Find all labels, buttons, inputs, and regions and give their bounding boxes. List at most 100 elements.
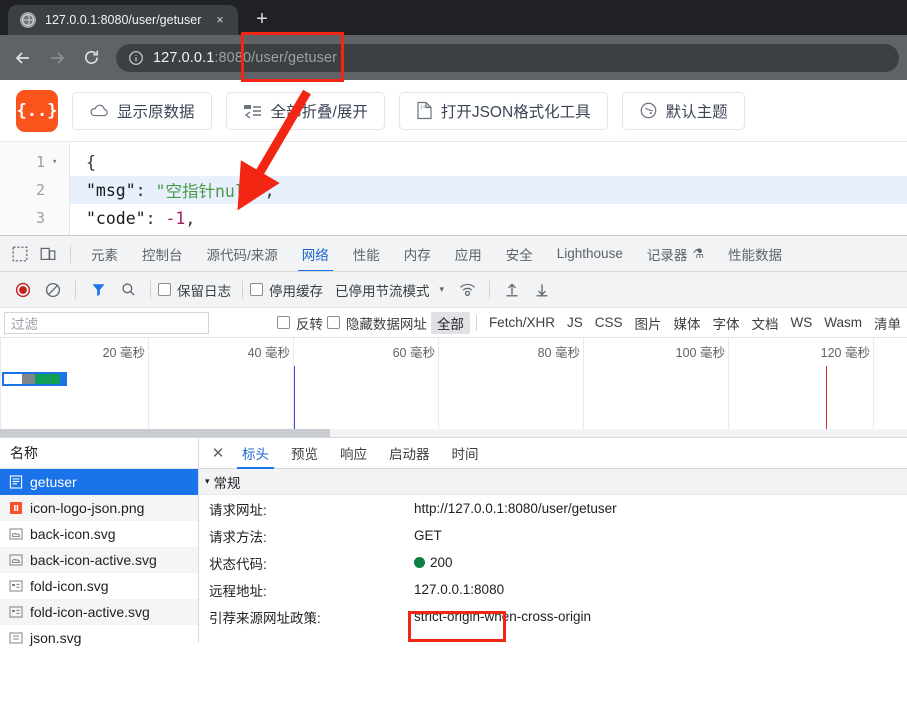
- address-bar[interactable]: 127.0.0.1:8080/user/getuser: [116, 43, 899, 72]
- tab-console[interactable]: 控制台: [130, 236, 195, 271]
- tab-preview[interactable]: 预览: [280, 438, 329, 469]
- list-item[interactable]: json.svg: [0, 625, 198, 651]
- row-value: GET: [414, 528, 442, 543]
- new-tab-button[interactable]: +: [248, 5, 276, 33]
- search-icon[interactable]: [113, 276, 143, 304]
- divider: [75, 280, 76, 299]
- filter-input[interactable]: 过滤: [4, 311, 209, 334]
- network-conditions-icon[interactable]: [452, 276, 482, 304]
- checkbox-box[interactable]: [158, 283, 171, 296]
- tab-lighthouse[interactable]: Lighthouse: [545, 236, 635, 271]
- divider: [70, 244, 71, 263]
- chevron-down-icon[interactable]: ▾: [205, 476, 210, 487]
- default-theme-button[interactable]: 默认主题: [621, 91, 745, 130]
- open-json-formatter-button[interactable]: json 打开JSON格式化工具: [398, 91, 608, 130]
- divider: [489, 280, 491, 299]
- line-number: 2: [35, 181, 45, 199]
- list-item[interactable]: icon-logo-json.png: [0, 495, 198, 521]
- tab-performance[interactable]: 性能: [341, 236, 392, 271]
- list-item[interactable]: getuser: [0, 469, 198, 495]
- device-toolbar-icon[interactable]: [34, 240, 62, 268]
- hide-data-urls-checkbox[interactable]: 隐藏数据网址: [326, 313, 431, 333]
- document-icon: [8, 475, 23, 490]
- browser-toolbar: 127.0.0.1:8080/user/getuser: [0, 35, 907, 80]
- request-list: 名称 getuser icon-logo-json.png back-icon.…: [0, 438, 199, 646]
- table-row: 远程地址: 127.0.0.1:8080: [199, 576, 907, 603]
- reload-icon[interactable]: [76, 43, 106, 73]
- throttling-label[interactable]: 已停用节流模式: [335, 280, 430, 300]
- fold-icon: [8, 605, 23, 620]
- filter-type-all[interactable]: 全部: [430, 311, 470, 334]
- tab-network[interactable]: 网络: [290, 236, 341, 271]
- browser-tab[interactable]: 127.0.0.1:8080/user/getuser ×: [8, 5, 238, 35]
- tab-response[interactable]: 响应: [329, 438, 378, 469]
- download-har-icon[interactable]: [527, 276, 557, 304]
- table-row: 状态代码: 200: [199, 549, 907, 576]
- filter-type-ws[interactable]: WS: [785, 314, 819, 331]
- filter-type-manifest[interactable]: 清单: [868, 312, 907, 334]
- filter-type-font[interactable]: 字体: [707, 312, 746, 334]
- tab-sources[interactable]: 源代码/来源: [195, 236, 290, 271]
- filter-type-js[interactable]: JS: [561, 314, 589, 331]
- clear-icon[interactable]: [38, 276, 68, 304]
- filter-funnel-icon[interactable]: [83, 276, 113, 304]
- filter-type-media[interactable]: 媒体: [668, 312, 707, 334]
- upload-har-icon[interactable]: [497, 276, 527, 304]
- globe-icon: [20, 12, 36, 28]
- open-json-formatter-label: 打开JSON格式化工具: [440, 103, 591, 121]
- tab-recorder[interactable]: 记录器 ⚗: [635, 236, 716, 271]
- preserve-log-checkbox[interactable]: 保留日志: [158, 280, 235, 300]
- general-section-label: 常规: [213, 475, 241, 491]
- request-list-header[interactable]: 名称: [0, 438, 198, 469]
- show-raw-data-button[interactable]: 显示原数据: [72, 91, 212, 130]
- filter-type-doc[interactable]: 文档: [746, 312, 785, 334]
- disable-cache-checkbox[interactable]: 停用缓存: [250, 280, 327, 300]
- tab-security[interactable]: 安全: [494, 236, 545, 271]
- close-icon[interactable]: ×: [211, 11, 229, 29]
- checkbox-box[interactable]: [250, 283, 263, 296]
- list-item-label: json.svg: [30, 630, 82, 646]
- json-separator: :: [135, 180, 156, 200]
- request-timeline-bar[interactable]: [2, 372, 67, 386]
- inspect-element-icon[interactable]: [6, 240, 34, 268]
- close-icon[interactable]: ✕: [205, 444, 231, 462]
- tab-initiator[interactable]: 启动器: [378, 438, 441, 469]
- json-icon: [8, 631, 23, 646]
- cloud-icon: [89, 103, 109, 119]
- hide-data-urls-label: 隐藏数据网址: [345, 316, 427, 332]
- tab-application[interactable]: 应用: [443, 236, 494, 271]
- chevron-down-icon[interactable]: ▾: [440, 284, 445, 295]
- list-item-label: back-icon-active.svg: [30, 552, 157, 568]
- info-circle-icon[interactable]: [128, 50, 144, 66]
- list-item[interactable]: back-icon-active.svg: [0, 547, 198, 573]
- filter-type-css[interactable]: CSS: [589, 314, 629, 331]
- filter-type-wasm[interactable]: Wasm: [818, 314, 868, 331]
- list-item[interactable]: back-icon.svg: [0, 521, 198, 547]
- svg-text:json: json: [420, 104, 431, 110]
- tab-memory[interactable]: 内存: [392, 236, 443, 271]
- checkbox-box[interactable]: [276, 316, 290, 329]
- timeline-scrollbar[interactable]: [0, 429, 907, 437]
- record-stop-icon[interactable]: [8, 276, 38, 304]
- collapse-expand-all-button[interactable]: 全部折叠/展开: [225, 91, 385, 130]
- json-comma: ,: [185, 208, 196, 228]
- chevron-down-icon[interactable]: ▾: [52, 157, 61, 167]
- line-number-row: 3: [0, 204, 69, 232]
- tab-elements[interactable]: 元素: [79, 236, 130, 271]
- filter-type-img[interactable]: 图片: [629, 312, 668, 334]
- row-key: 远程地址:: [209, 583, 267, 599]
- tab-headers[interactable]: 标头: [231, 438, 280, 469]
- flask-icon: ⚗: [692, 245, 704, 261]
- network-timeline[interactable]: 20 毫秒 40 毫秒 60 毫秒 80 毫秒 100 毫秒 120 毫秒: [0, 338, 907, 438]
- back-icon[interactable]: [8, 43, 38, 73]
- general-section-header[interactable]: ▾ 常规: [199, 469, 907, 495]
- tab-label: 源代码/来源: [206, 247, 278, 263]
- tab-performance-insights[interactable]: 性能数据: [716, 236, 794, 271]
- checkbox-box[interactable]: [326, 316, 340, 329]
- list-item[interactable]: fold-icon-active.svg: [0, 599, 198, 625]
- list-item[interactable]: fold-icon.svg: [0, 573, 198, 599]
- filter-type-fetch-xhr[interactable]: Fetch/XHR: [483, 314, 561, 331]
- tab-timing[interactable]: 时间: [441, 438, 490, 469]
- divider: [150, 280, 151, 299]
- invert-checkbox[interactable]: 反转: [276, 313, 327, 333]
